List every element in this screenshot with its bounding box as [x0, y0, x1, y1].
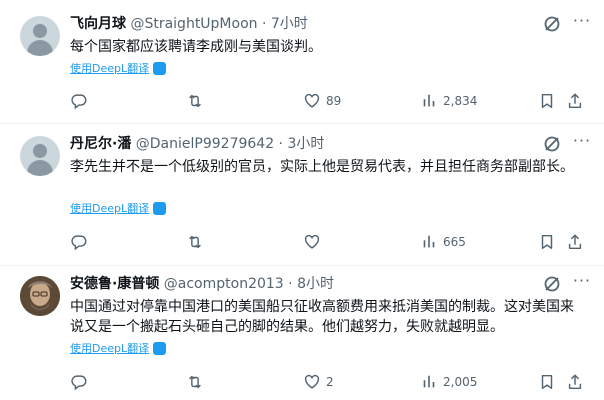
deepl-icon — [153, 341, 167, 355]
deepl-icon — [153, 61, 167, 75]
views-icon — [423, 375, 435, 388]
like-icon — [304, 374, 320, 389]
bookmark-button[interactable] — [538, 91, 556, 111]
tweet-text: 李先生并不是一个低级别的官员，实际上他是贸易代表，并且担任商务部副部长。 — [70, 159, 574, 175]
retweet-icon — [189, 375, 201, 389]
share-button[interactable] — [566, 232, 584, 252]
like-button[interactable]: 2 — [303, 372, 334, 392]
timestamp[interactable]: 7小时 — [271, 16, 308, 32]
tweet[interactable]: 丹尼尔·潘 @DanielP99279642 · 3小时 ··· 李先生并不是一… — [0, 124, 604, 266]
tweet-header: 丹尼尔·潘 @DanielP99279642 · 3小时 — [70, 134, 324, 154]
separator: · — [283, 276, 298, 292]
retweet-button[interactable] — [186, 91, 209, 111]
views-count: 2,005 — [443, 375, 478, 389]
views-count: 2,834 — [443, 94, 478, 108]
views-icon — [423, 235, 435, 248]
retweet-button[interactable] — [186, 372, 209, 392]
views-button[interactable]: 665 — [420, 232, 466, 252]
more-icon[interactable]: ··· — [572, 273, 592, 294]
views-button[interactable]: 2,005 — [420, 372, 477, 392]
share-icon — [568, 374, 582, 390]
bookmark-icon — [541, 374, 553, 390]
like-button[interactable] — [303, 232, 326, 252]
reply-icon — [71, 94, 87, 110]
share-button[interactable] — [566, 372, 584, 392]
more-icon[interactable]: ··· — [572, 13, 592, 34]
timestamp[interactable]: 3小时 — [287, 136, 324, 152]
tweet-text: 中国通过对停靠中国港口的美国船只征收高额费用来抵消美国的制裁。这对美国来说又是一… — [70, 299, 574, 335]
grok-icon[interactable] — [542, 14, 562, 34]
author-handle[interactable]: @StraightUpMoon — [130, 16, 257, 32]
avatar-photo — [20, 276, 60, 316]
share-button[interactable] — [566, 91, 584, 111]
like-count: 2 — [326, 375, 334, 389]
tweet-actions: 2 2,005 — [70, 372, 590, 392]
views-icon — [423, 94, 435, 107]
share-icon — [568, 234, 582, 250]
tweet-header: 安德鲁·康普顿 @acompton2013 · 8小时 — [70, 274, 334, 294]
like-count: 89 — [326, 94, 342, 108]
grok-icon[interactable] — [542, 134, 562, 154]
share-icon — [568, 93, 582, 109]
reply-icon — [71, 235, 87, 251]
tweet-header: 飞向月球 @StraightUpMoon · 7小时 — [70, 14, 308, 34]
author-name[interactable]: 飞向月球 — [70, 16, 126, 32]
retweet-icon — [189, 235, 201, 249]
views-button[interactable]: 2,834 — [420, 91, 477, 111]
avatar[interactable] — [20, 16, 60, 56]
author-handle[interactable]: @DanielP99279642 — [136, 136, 274, 152]
tweet[interactable]: 安德鲁·康普顿 @acompton2013 · 8小时 ··· 中国通过对停靠中… — [0, 266, 604, 400]
reply-button[interactable] — [70, 91, 93, 111]
translate-link[interactable]: 使用DeepL翻译 — [70, 61, 167, 77]
reply-button[interactable] — [70, 372, 93, 392]
avatar[interactable] — [20, 276, 60, 316]
bookmark-icon — [541, 234, 553, 250]
author-name[interactable]: 安德鲁·康普顿 — [70, 276, 159, 292]
like-button[interactable]: 89 — [303, 91, 341, 111]
tweet-actions: 665 — [70, 232, 590, 252]
views-count: 665 — [443, 235, 466, 249]
author-handle[interactable]: @acompton2013 — [164, 276, 284, 292]
deepl-icon — [153, 201, 167, 215]
retweet-button[interactable] — [186, 232, 209, 252]
grok-icon[interactable] — [542, 274, 562, 294]
separator: · — [257, 16, 271, 32]
tweet-feed: 飞向月球 @StraightUpMoon · 7小时 ··· 每个国家都应该聘请… — [0, 0, 604, 400]
reply-button[interactable] — [70, 232, 93, 252]
bookmark-button[interactable] — [538, 232, 556, 252]
like-icon — [304, 93, 320, 108]
bookmark-icon — [541, 93, 553, 109]
retweet-icon — [189, 94, 201, 108]
tweet-actions: 89 2,834 — [70, 91, 590, 111]
translate-link[interactable]: 使用DeepL翻译 — [70, 201, 167, 217]
separator: · — [274, 136, 288, 152]
avatar[interactable] — [20, 136, 60, 176]
translate-link[interactable]: 使用DeepL翻译 — [70, 341, 167, 357]
tweet[interactable]: 飞向月球 @StraightUpMoon · 7小时 ··· 每个国家都应该聘请… — [0, 0, 604, 124]
like-icon — [304, 234, 320, 249]
more-icon[interactable]: ··· — [572, 133, 592, 154]
bookmark-button[interactable] — [538, 372, 556, 392]
timestamp[interactable]: 8小时 — [297, 276, 334, 292]
reply-icon — [71, 375, 87, 391]
author-name[interactable]: 丹尼尔·潘 — [70, 136, 131, 152]
tweet-text: 每个国家都应该聘请李成刚与美国谈判。 — [70, 39, 322, 55]
